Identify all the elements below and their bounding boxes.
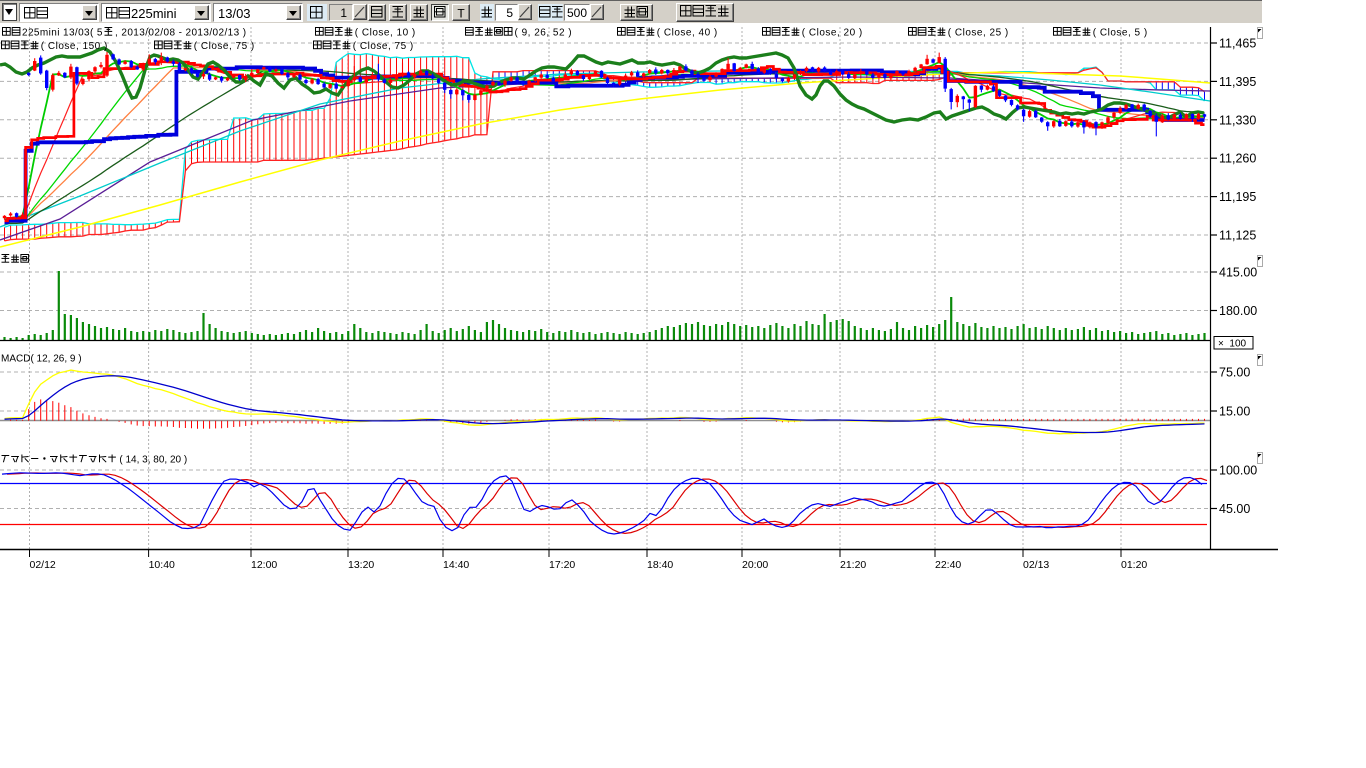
svg-text:MACD( 12, 26, 9 ): MACD( 12, 26, 9 ) (1, 354, 82, 365)
svg-text:45.00: 45.00 (1219, 502, 1250, 516)
svg-text:( Close, 40 ): ( Close, 40 ) (657, 28, 718, 39)
svg-text:( Close, 5 ): ( Close, 5 ) (1093, 28, 1148, 39)
svg-text:20:00: 20:00 (742, 559, 768, 571)
svg-text:100.00: 100.00 (1219, 464, 1257, 478)
svg-text:( 9, 26, 52 ): ( 9, 26, 52 ) (515, 28, 573, 39)
svg-text:11,465: 11,465 (1219, 37, 1256, 51)
svg-text:11,395: 11,395 (1219, 75, 1256, 89)
svg-text:13:20: 13:20 (348, 559, 374, 571)
svg-text:( Close, 10 ): ( Close, 10 ) (355, 28, 416, 39)
svg-text:75.00: 75.00 (1219, 366, 1250, 380)
svg-text:14:40: 14:40 (443, 559, 469, 571)
svg-text:18:40: 18:40 (647, 559, 673, 571)
svg-text:225mini 13/03( 5: 225mini 13/03( 5 (22, 28, 103, 39)
svg-text:( Close, 20 ): ( Close, 20 ) (802, 28, 863, 39)
svg-text:02/13: 02/13 (1023, 559, 1049, 571)
svg-text:01:20: 01:20 (1121, 559, 1147, 571)
svg-text:( Close, 75 ): ( Close, 75 ) (194, 41, 255, 52)
svg-text:( 14, 3, 80, 20 ): ( 14, 3, 80, 20 ) (119, 455, 187, 466)
svg-text:( Close, 75 ): ( Close, 75 ) (353, 41, 414, 52)
svg-text:11,260: 11,260 (1219, 152, 1256, 166)
svg-text:21:20: 21:20 (840, 559, 866, 571)
svg-text:10:40: 10:40 (149, 559, 175, 571)
svg-text:02/12: 02/12 (30, 559, 56, 571)
svg-text:22:40: 22:40 (935, 559, 961, 571)
svg-text:11,125: 11,125 (1219, 229, 1256, 243)
svg-text:17:20: 17:20 (549, 559, 575, 571)
svg-text:415.00: 415.00 (1219, 266, 1257, 280)
svg-text:180.00: 180.00 (1219, 304, 1257, 318)
svg-text:12:00: 12:00 (251, 559, 277, 571)
svg-text:× 100: × 100 (1218, 339, 1247, 350)
svg-text:, 2013/02/08 - 2013/02/13 ): , 2013/02/08 - 2013/02/13 ) (115, 28, 246, 39)
svg-text:15.00: 15.00 (1219, 405, 1250, 419)
svg-text:11,330: 11,330 (1219, 113, 1256, 127)
svg-text:11,195: 11,195 (1219, 190, 1256, 204)
svg-text:( Close, 150 ): ( Close, 150 ) (41, 41, 108, 52)
svg-text:( Close, 25 ): ( Close, 25 ) (948, 28, 1009, 39)
